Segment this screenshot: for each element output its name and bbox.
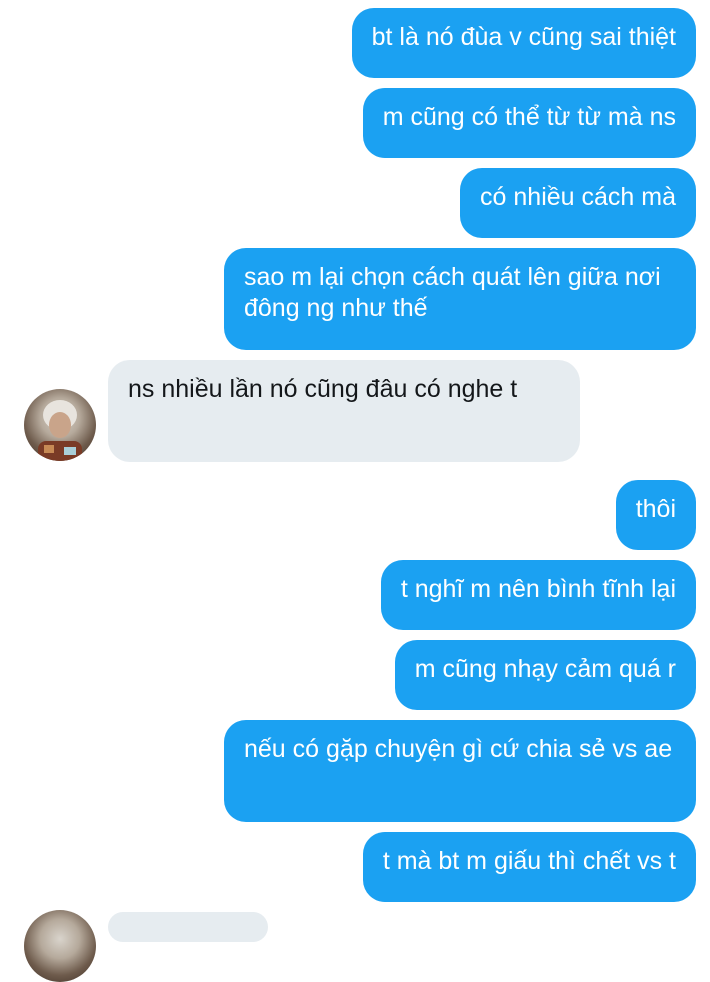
sent-message-bubble[interactable]: t nghĩ m nên bình tĩnh lại	[380, 560, 696, 630]
received-message-bubble[interactable]: ns nhiều lần nó cũng đâu có nghe t	[108, 360, 580, 462]
sent-message-bubble[interactable]: m cũng có thể từ từ mà ns	[362, 88, 696, 158]
contact-avatar[interactable]	[24, 910, 96, 982]
received-message-bubble[interactable]	[108, 912, 268, 942]
sent-message-bubble[interactable]: bt là nó đùa v cũng sai thiệt	[351, 8, 696, 78]
sent-message-bubble[interactable]: có nhiều cách mà	[460, 168, 696, 238]
contact-avatar[interactable]	[24, 389, 96, 461]
avatar-photo	[38, 400, 82, 461]
sent-message-bubble[interactable]: m cũng nhạy cảm quá r	[394, 640, 696, 710]
sent-message-bubble[interactable]: nếu có gặp chuyện gì cứ chia sẻ vs ae	[224, 720, 696, 822]
sent-message-bubble[interactable]: sao m lại chọn cách quát lên giữa nơi đô…	[224, 248, 696, 350]
conversation-thread: bt là nó đùa v cũng sai thiệt m cũng có …	[0, 0, 710, 982]
sent-message-bubble[interactable]: thôi	[615, 480, 696, 550]
sent-message-bubble[interactable]: t mà bt m giấu thì chết vs t	[362, 832, 696, 902]
